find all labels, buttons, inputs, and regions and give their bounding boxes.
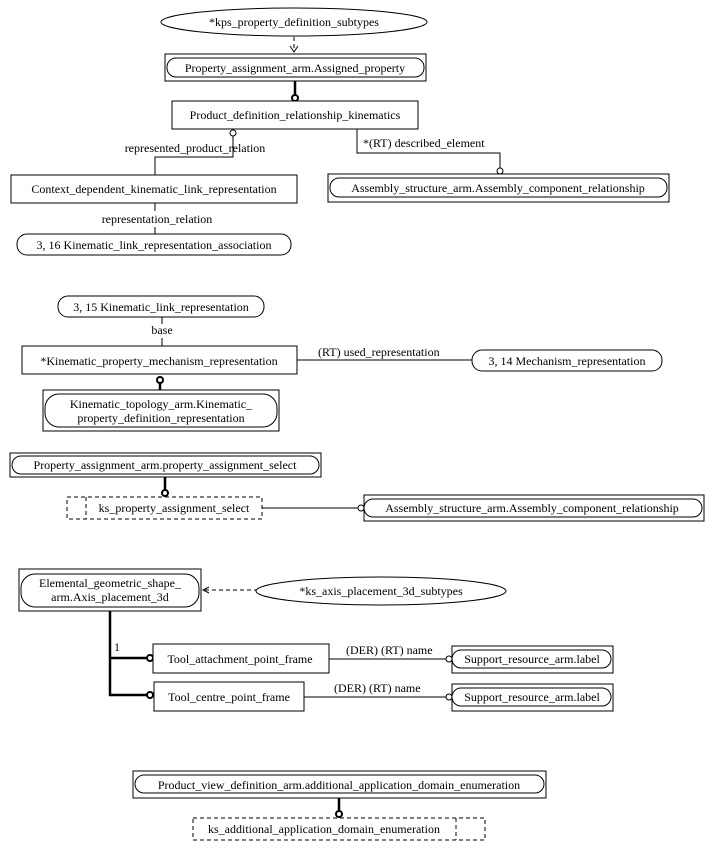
- ks-property-assignment-select-node[interactable]: ks_property_assignment_select: [66, 496, 263, 520]
- node-label: Tool_attachment_point_frame: [167, 652, 312, 666]
- relationship-end-circle-icon: [161, 489, 169, 497]
- additional-application-domain-enumeration-ref-node[interactable]: Product_view_definition_arm.additional_a…: [132, 770, 547, 799]
- property-assignment-select-node[interactable]: Property_assignment_arm.property_assignm…: [9, 452, 322, 478]
- kinematic-property-mechanism-representation-node[interactable]: *Kinematic_property_mechanism_representa…: [21, 345, 298, 375]
- node-label: Product_view_definition_arm.additional_a…: [158, 778, 520, 792]
- kinematic-link-representation-association-ref[interactable]: 3, 16 Kinematic_link_representation_asso…: [16, 233, 292, 256]
- context-dependent-kinematic-link-representation-node[interactable]: Context_dependent_kinematic_link_represe…: [10, 174, 298, 204]
- tool-attachment-point-frame-node[interactable]: Tool_attachment_point_frame: [152, 643, 330, 674]
- support-resource-label-node-2[interactable]: Support_resource_arm.label: [451, 683, 614, 712]
- node-label: 3, 16 Kinematic_link_representation_asso…: [37, 238, 272, 252]
- product-definition-relationship-kinematics-node[interactable]: Product_definition_relationship_kinemati…: [171, 100, 419, 130]
- node-label: Property_assignment_arm.property_assignm…: [34, 458, 298, 472]
- kinematic-property-definition-representation-node[interactable]: Kinematic_topology_arm.Kinematic_ proper…: [42, 389, 280, 432]
- node-label: Support_resource_arm.label: [464, 652, 600, 666]
- node-label-line-2: property_definition_representation: [77, 411, 244, 425]
- node-label: *ks_axis_placement_3d_subtypes: [299, 584, 463, 598]
- relationship-end-circle-icon: [335, 810, 343, 818]
- kinematic-link-representation-ref[interactable]: 3, 15 Kinematic_link_representation: [57, 295, 265, 318]
- relationship-end-circle-icon: [496, 167, 504, 175]
- relation-label-used-representation: (RT) used_representation: [318, 345, 440, 359]
- tool-centre-point-frame-node[interactable]: Tool_centre_point_frame: [153, 681, 305, 712]
- node-label: Property_assignment_arm.Assigned_propert…: [185, 61, 405, 75]
- node-label: Context_dependent_kinematic_link_represe…: [31, 182, 276, 196]
- node-label: Product_definition_relationship_kinemati…: [190, 108, 401, 122]
- relationship-end-circle-icon: [146, 654, 154, 662]
- relationship-end-circle-icon: [156, 376, 164, 384]
- node-label: Assembly_structure_arm.Assembly_componen…: [385, 501, 679, 515]
- node-label: ks_additional_application_domain_enumera…: [208, 822, 440, 836]
- express-g-diagram: *kps_property_definition_subtypes Proper…: [9, 7, 705, 841]
- ks-axis-placement-3d-subtypes-node[interactable]: *ks_axis_placement_3d_subtypes: [255, 576, 507, 606]
- relationship-end-circle-icon: [146, 691, 154, 699]
- relation-label-described-element: *(RT) described_element: [363, 136, 485, 150]
- relation-label-name-1: (DER) (RT) name: [346, 643, 433, 657]
- node-label-line-2: arm.Axis_placement_3d: [51, 590, 169, 604]
- node-label: 3, 15 Kinematic_link_representation: [73, 300, 249, 314]
- ks-additional-application-domain-enumeration-node[interactable]: ks_additional_application_domain_enumera…: [192, 817, 486, 841]
- relationship-end-circle-icon: [291, 94, 299, 102]
- relationship-end-circle-icon: [357, 504, 365, 512]
- support-resource-label-node-1[interactable]: Support_resource_arm.label: [451, 645, 614, 674]
- node-label-line-1: Kinematic_topology_arm.Kinematic_: [70, 397, 253, 411]
- relation-label-base: base: [151, 323, 172, 337]
- node-label: Tool_centre_point_frame: [168, 690, 290, 704]
- relationship-end-circle-icon: [229, 129, 237, 137]
- relation-label-name-2: (DER) (RT) name: [334, 681, 421, 695]
- node-label: 3, 14 Mechanism_representation: [489, 354, 646, 368]
- axis-placement-3d-node[interactable]: Elemental_geometric_shape_ arm.Axis_plac…: [18, 568, 202, 612]
- node-label-line-1: Elemental_geometric_shape_: [39, 576, 182, 590]
- relation-label-represented-product-relation: represented_product_relation: [125, 141, 266, 155]
- node-label: ks_property_assignment_select: [99, 501, 250, 515]
- assigned-property-node[interactable]: Property_assignment_arm.Assigned_propert…: [164, 53, 427, 82]
- relationship-end-circle-icon: [445, 693, 453, 701]
- kps-property-definition-subtypes-node[interactable]: *kps_property_definition_subtypes: [160, 7, 428, 37]
- assembly-component-relationship-node-2[interactable]: Assembly_structure_arm.Assembly_componen…: [363, 494, 705, 522]
- relation-label-representation-relation: representation_relation: [102, 212, 213, 226]
- node-label: Support_resource_arm.label: [464, 690, 600, 704]
- node-label: *kps_property_definition_subtypes: [209, 15, 379, 29]
- node-label: *Kinematic_property_mechanism_representa…: [40, 354, 277, 368]
- assembly-component-relationship-node[interactable]: Assembly_structure_arm.Assembly_componen…: [327, 173, 670, 203]
- node-label: Assembly_structure_arm.Assembly_componen…: [351, 181, 645, 195]
- mechanism-representation-ref[interactable]: 3, 14 Mechanism_representation: [471, 349, 663, 372]
- cardinality-label: 1: [114, 640, 120, 654]
- relationship-end-circle-icon: [445, 655, 453, 663]
